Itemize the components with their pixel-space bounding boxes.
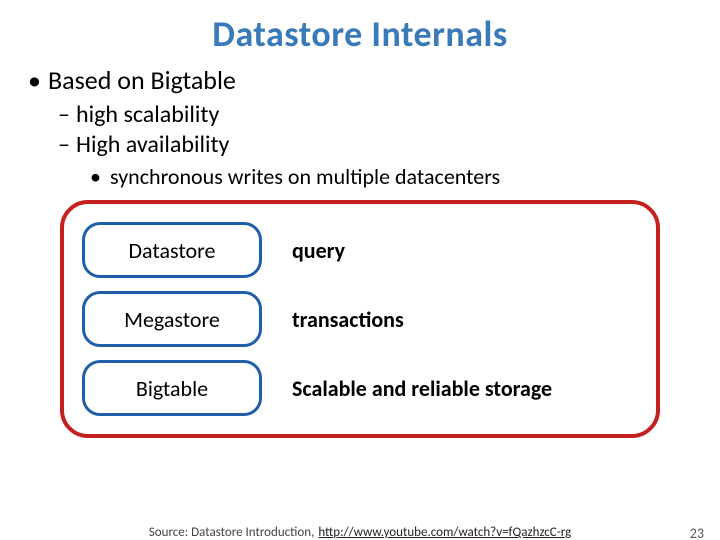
bullet-text: high scalability xyxy=(76,100,219,129)
architecture-diagram: Datastore query Megastore transactions B… xyxy=(60,200,660,438)
bullet-dot-icon: • xyxy=(90,163,110,190)
bullet-level3: • synchronous writes on multiple datacen… xyxy=(20,163,700,190)
bullet-list: • Based on Bigtable – high scalability –… xyxy=(20,64,700,190)
layer-desc: transactions xyxy=(292,306,404,333)
bullet-text: synchronous writes on multiple datacente… xyxy=(110,163,500,190)
bullet-dash-icon: – xyxy=(58,130,76,159)
bullet-text: High availability xyxy=(76,130,229,159)
footer-source: Source: Datastore Introduction, http://w… xyxy=(0,525,720,540)
layer-pill: Datastore xyxy=(82,222,262,278)
source-prefix: Source: Datastore Introduction, xyxy=(149,525,315,540)
diagram-row: Bigtable Scalable and reliable storage xyxy=(82,358,638,418)
layer-pill: Bigtable xyxy=(82,360,262,416)
layer-desc: query xyxy=(292,237,345,264)
layer-pill: Megastore xyxy=(82,291,262,347)
bullet-level1: • Based on Bigtable xyxy=(20,64,700,96)
bullet-text: Based on Bigtable xyxy=(48,64,236,96)
bullet-dot-icon: • xyxy=(28,64,48,96)
diagram-row: Megastore transactions xyxy=(82,289,638,349)
page-number: 23 xyxy=(690,525,704,540)
source-link[interactable]: http://www.youtube.com/watch?v=fQazhzcC-… xyxy=(318,525,571,540)
bullet-dash-icon: – xyxy=(58,100,76,129)
bullet-level2: – high scalability xyxy=(20,100,700,129)
page-title: Datastore Internals xyxy=(0,12,720,56)
bullet-level2: – High availability xyxy=(20,130,700,159)
diagram-row: Datastore query xyxy=(82,220,638,280)
layer-desc: Scalable and reliable storage xyxy=(292,375,552,402)
